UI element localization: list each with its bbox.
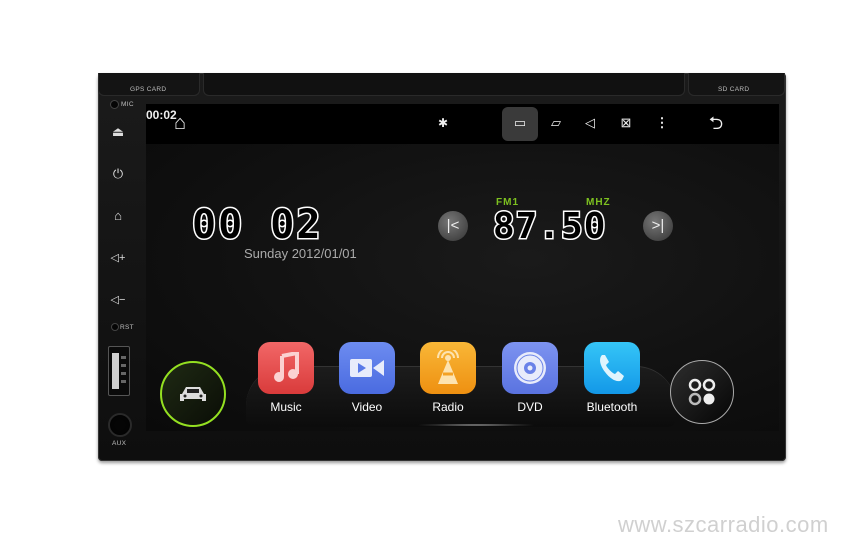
clock-date: Sunday 2012/01/01 — [244, 246, 357, 261]
car-icon — [180, 387, 206, 401]
music-icon — [258, 342, 314, 394]
volume-up-icon: ◁+ — [110, 252, 126, 264]
app-label: Radio — [432, 400, 464, 414]
app-bluetooth[interactable]: Bluetooth — [582, 342, 642, 414]
app-video[interactable]: Video — [337, 342, 397, 414]
radio-frequency: 87.50 — [491, 205, 607, 249]
skip-next-icon: >| — [651, 217, 665, 234]
recent-apps-icon[interactable]: ▱ — [544, 112, 568, 134]
eject-icon: ⏏ — [111, 124, 125, 139]
mic-label: MIC — [121, 101, 134, 108]
volume-up-button[interactable]: ◁+ — [107, 249, 129, 267]
head-unit-device: GPS CARD SD CARD MIC ⏏ ⏻ ⌂ ◁+ ◁− RST AUX… — [98, 73, 786, 461]
home-hard-button[interactable]: ⌂ — [107, 207, 129, 225]
volume-icon[interactable]: ◁ — [578, 112, 602, 134]
screenshot-icon[interactable]: ▭ — [508, 112, 532, 134]
touch-screen: ⌂ ✱ 00:02 ▭ ▱ ◁ ⊠ ⋮ ⮌ 00 02 Sunday 2012/… — [146, 104, 779, 431]
screen-off-icon[interactable]: ⊠ — [614, 112, 638, 134]
reset-button[interactable] — [111, 323, 119, 331]
bluetooth-icon: ✱ — [437, 116, 449, 130]
rst-label: RST — [120, 324, 134, 331]
mic-hole — [110, 100, 119, 109]
power-button[interactable]: ⏻ — [107, 165, 129, 183]
volume-down-button[interactable]: ◁− — [107, 291, 129, 309]
app-label: Music — [270, 400, 302, 414]
watermark: www.szcarradio.com — [618, 512, 829, 537]
disc-icon — [502, 342, 558, 394]
home-icon: ⌂ — [114, 208, 122, 223]
radio-tower-icon — [420, 342, 476, 394]
app-label: Video — [351, 400, 383, 414]
car-settings-button[interactable] — [160, 361, 226, 427]
status-bar: ⌂ ✱ 00:02 ▭ ▱ ◁ ⊠ ⋮ ⮌ — [146, 104, 779, 144]
app-grid-icon — [688, 378, 716, 406]
app-dvd[interactable]: DVD — [500, 342, 560, 414]
volume-down-icon: ◁− — [110, 294, 126, 306]
phone-icon — [584, 342, 640, 394]
usb-port — [108, 346, 130, 396]
dock-glow — [416, 424, 536, 426]
sd-card-label: SD CARD — [718, 86, 750, 93]
video-camera-icon — [339, 342, 395, 394]
clock-time: 00 02 — [190, 201, 323, 250]
gps-card-label: GPS CARD — [130, 86, 167, 93]
skip-previous-icon: |< — [446, 217, 460, 234]
aux-port — [108, 413, 132, 437]
app-radio[interactable]: Radio — [418, 342, 478, 414]
app-label: Bluetooth — [586, 400, 638, 414]
radio-prev-button[interactable]: |< — [438, 211, 468, 241]
home-icon[interactable]: ⌂ — [166, 112, 194, 134]
power-icon: ⏻ — [112, 166, 124, 181]
eject-button[interactable]: ⏏ — [107, 123, 129, 141]
app-music[interactable]: Music — [256, 342, 316, 414]
more-icon[interactable]: ⋮ — [650, 112, 674, 134]
aux-label: AUX — [112, 440, 127, 447]
radio-next-button[interactable]: >| — [643, 211, 673, 241]
app-label: DVD — [517, 400, 543, 414]
back-icon[interactable]: ⮌ — [698, 112, 734, 134]
all-apps-button[interactable] — [670, 360, 734, 424]
disc-slot — [203, 73, 685, 96]
